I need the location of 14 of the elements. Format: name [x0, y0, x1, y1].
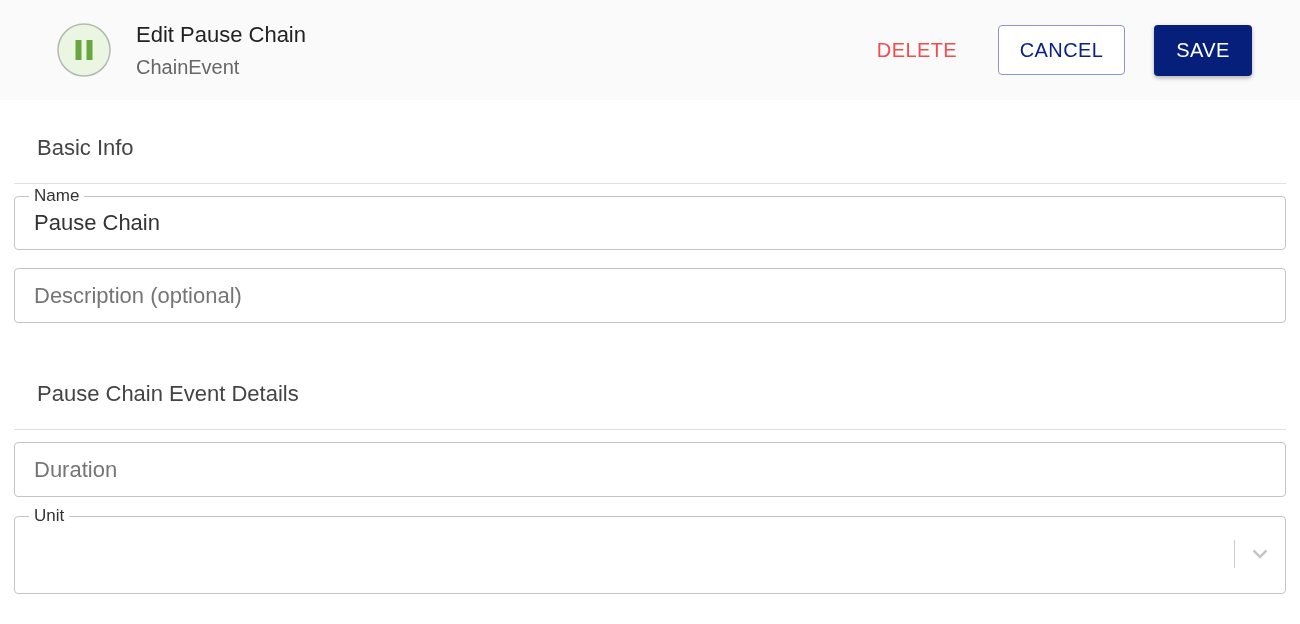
chevron-down-icon	[1252, 549, 1268, 559]
save-button[interactable]: SAVE	[1154, 24, 1252, 76]
pause-icon	[57, 23, 111, 77]
dialog-title: Edit Pause Chain	[136, 21, 306, 49]
select-field[interactable]: Unit	[14, 507, 1286, 594]
input-field[interactable]: Name Pause Chain	[14, 187, 1286, 250]
section-heading: Basic Info	[37, 134, 134, 162]
field-label: Name	[34, 186, 80, 205]
field-label: Unit	[34, 506, 65, 525]
input-field[interactable]: Description (optional)	[14, 268, 1286, 323]
input-field[interactable]: Duration	[14, 442, 1286, 497]
dialog-subtitle: ChainEvent	[136, 55, 241, 79]
section-heading: Pause Chain Event Details	[37, 380, 299, 408]
cancel-button[interactable]: CANCEL	[998, 25, 1125, 75]
